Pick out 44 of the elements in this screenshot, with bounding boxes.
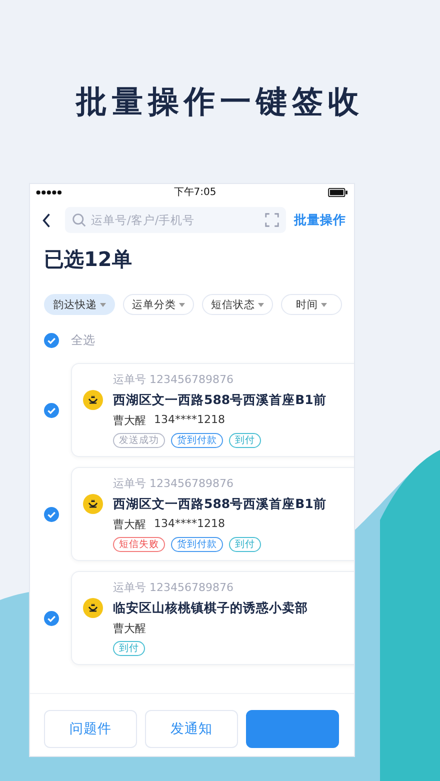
order-card[interactable]: 运单号 123456789876 西湖区文一西路588号西溪首座B1前 曹大醒 134****1218 发送成功 货到付款 到付 bbox=[71, 363, 354, 457]
caret-icon bbox=[100, 302, 106, 306]
circle-logo-icon bbox=[83, 390, 103, 410]
order-card[interactable]: 运单号 123456789876 临安区山核桃镇棋子的诱惑小卖部 曹大醒 到付 bbox=[71, 571, 354, 665]
caret-icon bbox=[258, 302, 264, 306]
address-text: 西湖区文一西路588号西溪首座B1前 bbox=[113, 496, 326, 512]
status-tag: 到付 bbox=[113, 641, 145, 656]
status-tag: 货到付款 bbox=[171, 537, 223, 552]
circle-logo-icon bbox=[83, 598, 103, 618]
search-field[interactable]: 运单号/客户/手机号 bbox=[65, 207, 286, 233]
status-tag: 到付 bbox=[229, 433, 261, 448]
filter-chip[interactable]: 短信状态 bbox=[202, 294, 273, 315]
recipient-name: 曹大醒 bbox=[113, 621, 146, 636]
waybill-number: 运单号 123456789876 bbox=[112, 476, 234, 491]
scan-icon[interactable] bbox=[265, 213, 279, 227]
waybill-number: 运单号 123456789876 bbox=[112, 372, 234, 387]
checkbox[interactable] bbox=[44, 506, 59, 522]
checkbox[interactable] bbox=[44, 610, 59, 626]
address-text: 西湖区文一西路588号西溪首座B1前 bbox=[113, 392, 326, 408]
recipient-name: 曹大醒 bbox=[113, 517, 146, 532]
order-card[interactable]: 运单号 123456789876 西湖区文一西路588号西溪首座B1前 曹大醒 134****1218 短信失败 货到付款 到付 bbox=[71, 467, 354, 561]
battery-icon bbox=[328, 188, 348, 196]
phone-number: 134****1218 bbox=[154, 413, 225, 428]
waybill-number: 运单号 123456789876 bbox=[112, 580, 234, 595]
caret-icon bbox=[179, 302, 185, 306]
checkbox[interactable] bbox=[44, 332, 59, 348]
recipient-name: 曹大醒 bbox=[113, 413, 146, 428]
filter-chip[interactable]: 时间 bbox=[281, 294, 342, 315]
headline: 批量操作一键签收 bbox=[76, 83, 364, 122]
page-title: 已选12单 bbox=[43, 246, 133, 273]
status-tag: 货到付款 bbox=[171, 433, 223, 448]
address-text: 临安区山核桃镇棋子的诱惑小卖部 bbox=[113, 600, 308, 616]
status-tag: 短信失败 bbox=[113, 537, 165, 552]
phone-number: 134****1218 bbox=[154, 517, 225, 532]
signal-icon bbox=[36, 190, 62, 194]
status-tag: 发送成功 bbox=[113, 433, 165, 448]
status-time: 下午7:05 bbox=[174, 186, 216, 199]
filter-chip[interactable]: 韵达快递 bbox=[44, 294, 115, 315]
circle-logo-icon bbox=[83, 494, 103, 514]
caret-icon bbox=[321, 302, 327, 306]
filter-chip[interactable]: 运单分类 bbox=[123, 294, 194, 315]
status-tag: 到付 bbox=[229, 537, 261, 552]
checkbox[interactable] bbox=[44, 402, 59, 418]
back-icon[interactable] bbox=[42, 212, 51, 228]
